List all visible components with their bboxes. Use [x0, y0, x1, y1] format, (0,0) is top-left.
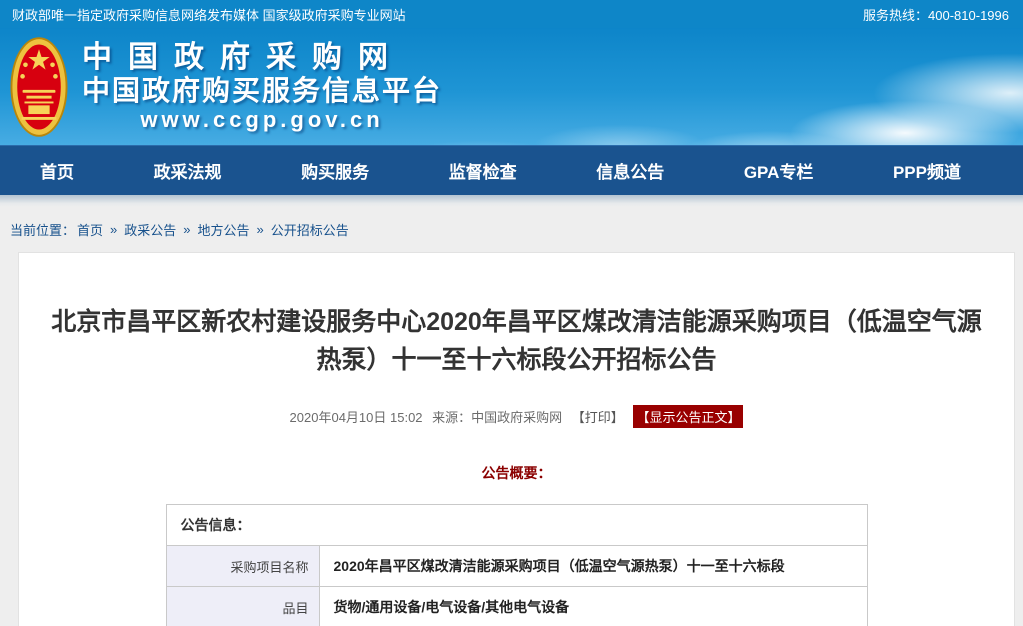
row-label-project-name: 采购项目名称 [166, 546, 319, 587]
announcement-info-table: 公告信息： 采购项目名称 2020年昌平区煤改清洁能源采购项目（低温空气源热泵）… [166, 504, 868, 626]
nav-item-ppp[interactable]: PPP频道 [893, 158, 961, 183]
article-title: 北京市昌平区新农村建设服务中心2020年昌平区煤改清洁能源采购项目（低温空气源热… [45, 303, 988, 379]
nav-item-gpa[interactable]: GPA专栏 [744, 158, 814, 183]
site-subtitle: 中国政府购买服务信息平台 [82, 75, 442, 107]
breadcrumb-prefix: 当前位置： [10, 220, 75, 239]
page: 财政部唯一指定政府采购信息网络发布媒体 国家级政府采购专业网站 服务热线：400… [0, 0, 1023, 626]
row-value-category: 货物/通用设备/电气设备/其他电气设备 [319, 587, 867, 626]
nav-item-supervision[interactable]: 监督检查 [449, 158, 517, 183]
topbar-tagline: 财政部唯一指定政府采购信息网络发布媒体 国家级政府采购专业网站 [12, 5, 406, 24]
breadcrumb-separator: » [183, 222, 190, 237]
show-announcement-body-button[interactable]: 【显示公告正文】 [633, 405, 743, 428]
content-panel: 北京市昌平区新农村建设服务中心2020年昌平区煤改清洁能源采购项目（低温空气源热… [18, 252, 1015, 626]
table-header: 公告信息： [166, 505, 867, 546]
row-label-category: 品目 [166, 587, 319, 626]
site-title: 中国政府采购网 [82, 41, 442, 75]
summary-heading: 公告概要： [19, 463, 1014, 483]
breadcrumb-current: 公开招标公告 [271, 220, 349, 239]
site-header: 中国政府采购网 中国政府购买服务信息平台 www.ccgp.gov.cn [0, 28, 1023, 145]
table-header-row: 公告信息： [166, 505, 867, 546]
site-url: www.ccgp.gov.cn [82, 107, 442, 133]
nav-item-purchase-services[interactable]: 购买服务 [301, 158, 369, 183]
national-emblem-icon [10, 36, 68, 138]
nav-item-home[interactable]: 首页 [40, 158, 74, 183]
table-row: 品目 货物/通用设备/电气设备/其他电气设备 [166, 587, 867, 626]
table-row: 采购项目名称 2020年昌平区煤改清洁能源采购项目（低温空气源热泵）十一至十六标… [166, 546, 867, 587]
nav-gradient [0, 195, 1023, 207]
topbar-hotline: 服务热线：400-810-1996 [863, 5, 1009, 24]
breadcrumb-separator: » [110, 222, 117, 237]
main-nav: 首页 政采法规 购买服务 监督检查 信息公告 GPA专栏 PPP频道 [0, 145, 1023, 195]
breadcrumb-separator: » [257, 222, 264, 237]
nav-item-regulations[interactable]: 政采法规 [154, 158, 222, 183]
breadcrumb: 当前位置： 首页 » 政采公告 » 地方公告 » 公开招标公告 [0, 207, 1023, 252]
breadcrumb-home[interactable]: 首页 [77, 220, 103, 239]
site-logo-link[interactable]: 中国政府采购网 中国政府购买服务信息平台 www.ccgp.gov.cn [10, 36, 442, 138]
breadcrumb-local-announcements[interactable]: 地方公告 [198, 220, 250, 239]
publish-date: 2020年04月10日 15:02 [290, 410, 423, 425]
article-source: 来源：中国政府采购网 [432, 410, 562, 425]
brand-text: 中国政府采购网 中国政府购买服务信息平台 www.ccgp.gov.cn [82, 41, 442, 133]
row-value-project-name: 2020年昌平区煤改清洁能源采购项目（低温空气源热泵）十一至十六标段 [319, 546, 867, 587]
print-button[interactable]: 【打印】 [572, 410, 624, 425]
topbar: 财政部唯一指定政府采购信息网络发布媒体 国家级政府采购专业网站 服务热线：400… [0, 0, 1023, 28]
nav-item-announcements[interactable]: 信息公告 [596, 158, 664, 183]
breadcrumb-procurement-announcements[interactable]: 政采公告 [124, 220, 176, 239]
article-meta: 2020年04月10日 15:02 来源：中国政府采购网 【打印】 【显示公告正… [19, 405, 1014, 428]
